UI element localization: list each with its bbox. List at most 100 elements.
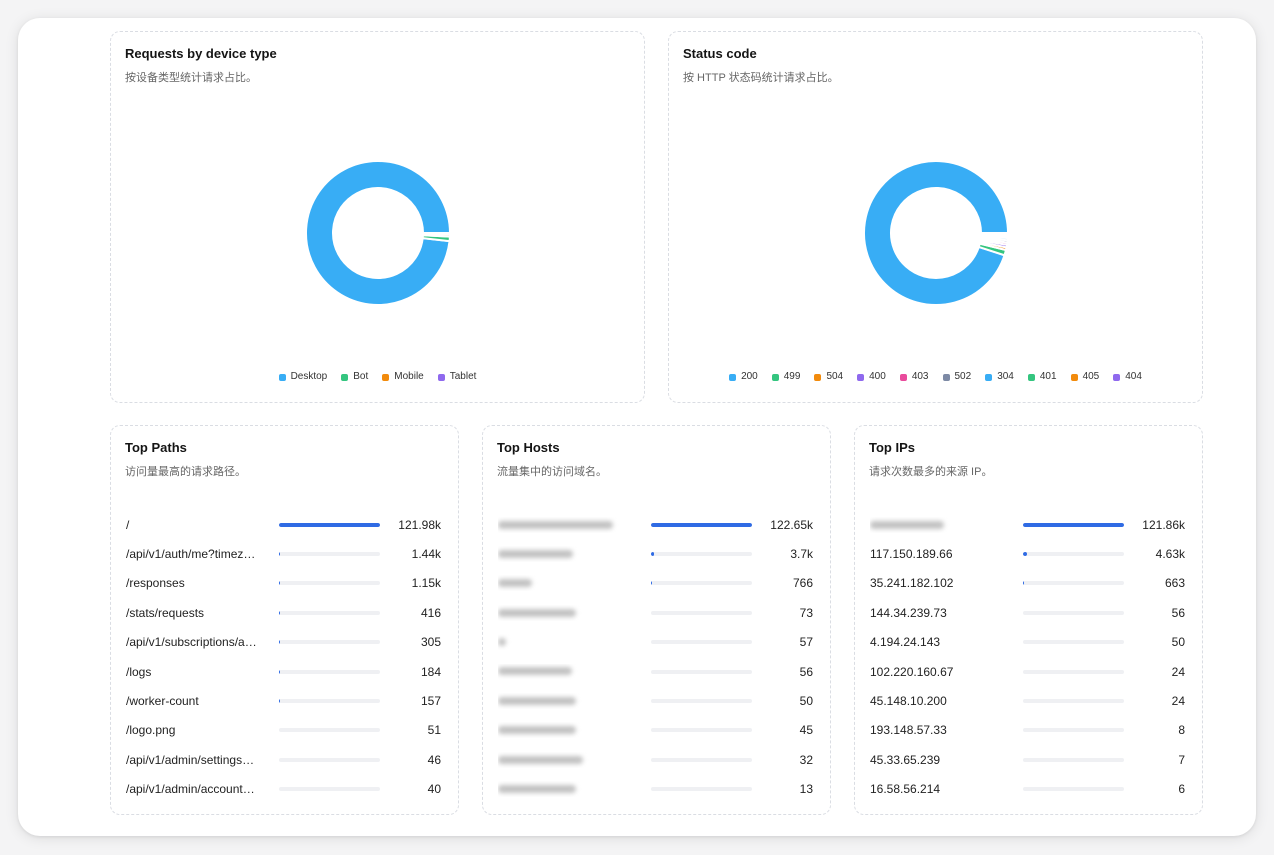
bar-track [279, 522, 380, 527]
card-title: Top Paths [125, 440, 187, 455]
bar-fill [279, 522, 380, 527]
bar-track [651, 581, 752, 586]
bar-track [279, 787, 380, 792]
list-row: 45.33.65.239 7 [855, 745, 1202, 774]
list-row: 16.58.56.214 6 [855, 775, 1202, 804]
row-value: 45 [799, 723, 813, 738]
legend-item-desktop[interactable]: Desktop [278, 371, 327, 383]
legend-item-502[interactable]: 502 [942, 371, 971, 383]
row-value: 46 [427, 752, 441, 767]
legend-item-401[interactable]: 401 [1027, 371, 1057, 383]
redacted-label [498, 549, 573, 558]
row-value: 32 [799, 752, 813, 767]
row-label: 193.148.57.33 [870, 723, 947, 738]
row-value: 663 [1164, 576, 1185, 591]
status-code-donut-chart [862, 160, 1009, 306]
redacted-label [870, 520, 944, 529]
legend-item-403[interactable]: 403 [899, 371, 929, 383]
redacted-label [498, 696, 576, 705]
row-value: 122.65k [770, 517, 813, 532]
row-value: 24 [1171, 694, 1185, 709]
legend-item-200[interactable]: 200 [729, 371, 758, 383]
legend-item-405[interactable]: 405 [1070, 371, 1099, 383]
bar-fill [651, 581, 652, 586]
top-ips-list: 121.86k 117.150.189.66 4.63k 35.241.182.102… [855, 510, 1202, 804]
bar-track [651, 552, 752, 557]
list-row: /api/v1/admin/account… 40 [111, 775, 458, 804]
row-value: 50 [1171, 635, 1185, 650]
row-label: 117.150.189.66 [870, 547, 953, 562]
bar-fill [651, 552, 655, 557]
legend-label: 304 [997, 371, 1014, 382]
top-hosts-list: 122.65k 3.7k 766 73 57 56 50 45 32 13 [483, 510, 830, 804]
list-row: 102.220.160.67 24 [855, 657, 1202, 686]
row-value: 56 [799, 664, 813, 679]
legend-swatch [1113, 373, 1121, 381]
bar-track [1023, 610, 1124, 615]
legend-item-504[interactable]: 504 [814, 371, 843, 383]
list-row: 50 [483, 686, 830, 715]
row-value: 51 [427, 723, 441, 738]
bar-track [279, 757, 380, 762]
list-row: /logs 184 [111, 657, 458, 686]
bar-track [1023, 669, 1124, 674]
row-value: 1.15k [411, 576, 441, 591]
bar-fill [1023, 522, 1124, 527]
legend-swatch [341, 373, 349, 381]
top-paths-list: / 121.98k/api/v1/auth/me?timez… 1.44k/resp… [111, 510, 458, 804]
row-value: 305 [420, 635, 441, 650]
row-label: 35.241.182.102 [870, 576, 954, 591]
card-subtitle: 请求次数最多的来源 IP。 [869, 466, 993, 478]
bar-fill [279, 581, 280, 586]
list-row: 57 [483, 628, 830, 657]
legend-item-bot[interactable]: Bot [341, 371, 368, 383]
legend-label: 200 [741, 371, 758, 382]
row-value: 416 [420, 605, 441, 620]
row-label: 16.58.56.214 [870, 782, 941, 797]
legend-label: 401 [1039, 371, 1057, 382]
list-row: 766 [483, 569, 830, 598]
bar-track [279, 640, 380, 645]
legend-swatch [1027, 373, 1035, 381]
bar-track [1023, 522, 1124, 527]
card-subtitle: 流量集中的访问域名。 [497, 466, 607, 478]
row-value: 184 [420, 664, 441, 679]
device-type-card: Requests by device type 按设备类型统计请求占比。 Des… [110, 31, 645, 403]
row-label: /worker-count [126, 694, 199, 709]
pie-slice-404[interactable] [979, 232, 1009, 236]
row-label [498, 517, 641, 533]
row-label [498, 634, 641, 650]
legend-item-tablet[interactable]: Tablet [437, 371, 476, 383]
list-row: 73 [483, 598, 830, 627]
list-row: / 121.98k [111, 510, 458, 539]
row-value: 13 [799, 782, 813, 797]
legend-item-304[interactable]: 304 [985, 371, 1014, 383]
list-row: /stats/requests 416 [111, 598, 458, 627]
legend-item-499[interactable]: 499 [771, 371, 800, 383]
redacted-label [498, 520, 613, 529]
row-label: 144.34.239.73 [870, 605, 947, 620]
list-row: 117.150.189.66 4.63k [855, 539, 1202, 568]
row-value: 121.86k [1142, 517, 1185, 532]
row-value: 57 [799, 635, 813, 650]
bar-track [279, 552, 380, 557]
bar-track [651, 757, 752, 762]
bar-track [279, 669, 380, 674]
row-label: /api/v1/auth/me?timez… [126, 547, 256, 562]
legend-item-mobile[interactable]: Mobile [382, 371, 424, 383]
redacted-label [498, 667, 572, 676]
row-label [498, 693, 641, 709]
bar-fill [1023, 581, 1024, 586]
legend-swatch [1070, 373, 1078, 381]
bar-fill [1023, 552, 1027, 557]
pie-slice-tablet[interactable] [421, 232, 451, 236]
row-label: 45.148.10.200 [870, 694, 947, 709]
status-code-card: Status code 按 HTTP 状态码统计请求占比。 200 499 504 4… [668, 31, 1203, 403]
legend-swatch [382, 373, 390, 381]
list-row: /worker-count 157 [111, 686, 458, 715]
legend-item-404[interactable]: 404 [1113, 371, 1142, 383]
card-title: Top Hosts [497, 440, 560, 455]
legend-item-400[interactable]: 400 [857, 371, 886, 383]
row-label: /api/v1/subscriptions/a… [126, 635, 257, 650]
row-label [498, 752, 641, 768]
